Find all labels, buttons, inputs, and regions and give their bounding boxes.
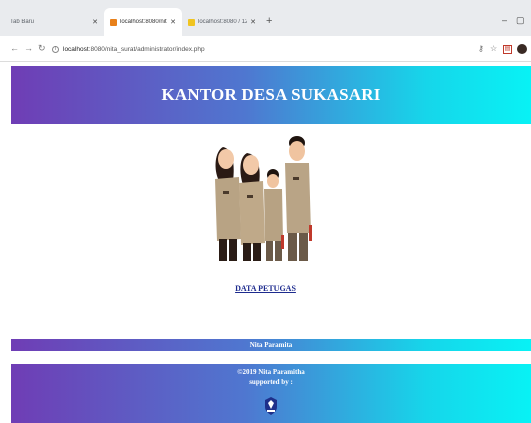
tab-close-icon[interactable]: ✕ — [170, 18, 176, 26]
key-icon[interactable]: ⚷ — [478, 43, 484, 55]
tab-title: localhost:8080 / 127.0.0.1 / nita_ — [198, 19, 248, 25]
profile-avatar-icon[interactable] — [517, 44, 527, 54]
officer-figure — [285, 136, 312, 261]
site-info-icon[interactable]: i — [52, 45, 59, 53]
reload-icon[interactable]: ↻ — [38, 42, 46, 54]
data-petugas-link-wrap: DATA PETUGAS — [0, 278, 531, 296]
name-bar: Nita Paramita — [11, 339, 531, 351]
address-bar[interactable]: i localhost :8080/nita_surat/administrat… — [52, 43, 205, 55]
browser-toolbar: ← → ↻ i localhost :8080/nita_surat/admin… — [0, 36, 531, 62]
web-page: KANTOR DESA SUKASARI DATA PETUGAS Nita P… — [0, 62, 531, 423]
forward-arrow-icon[interactable]: → — [24, 42, 33, 54]
minimize-icon[interactable]: – — [502, 14, 507, 26]
tab-title: localhost:8080/nita_surat/admin — [120, 19, 167, 25]
back-arrow-icon[interactable]: ← — [10, 42, 19, 54]
new-tab-plus-icon[interactable]: + — [266, 14, 272, 28]
tab-new[interactable]: Tab Baru ✕ — [4, 8, 104, 36]
data-petugas-link[interactable]: DATA PETUGAS — [235, 284, 296, 293]
url-host: localhost — [63, 45, 89, 53]
url-path: :8080/nita_surat/administrator/index.php — [88, 45, 205, 53]
footer: ©2019 Nita Paramitha supported by : — [11, 364, 531, 423]
bookmark-star-icon[interactable]: ☆ — [490, 43, 497, 55]
favicon-icon — [188, 18, 195, 26]
header-banner: KANTOR DESA SUKASARI — [11, 66, 531, 124]
author-name: Nita Paramita — [249, 341, 293, 349]
tab-admin[interactable]: localhost:8080/nita_surat/admin ✕ — [104, 8, 182, 36]
tab-close-icon[interactable]: ✕ — [250, 18, 256, 26]
officers-illustration — [215, 136, 312, 261]
footer-copyright: ©2019 Nita Paramitha — [237, 368, 305, 376]
tab-phpmyadmin[interactable]: localhost:8080 / 127.0.0.1 / nita_ ✕ — [182, 8, 262, 36]
officer-figure — [264, 169, 284, 261]
favicon-icon — [110, 18, 117, 26]
officer-figure — [239, 153, 265, 261]
extension-icon[interactable]: ▤ — [503, 45, 512, 54]
tab-close-icon[interactable]: ✕ — [92, 18, 98, 26]
officer-figure — [215, 147, 241, 261]
maximize-icon[interactable]: ▢ — [516, 14, 525, 26]
page-title: KANTOR DESA SUKASARI — [161, 85, 381, 104]
government-emblem-icon — [265, 397, 277, 415]
tab-title: Tab Baru — [10, 19, 35, 25]
browser-tab-strip: Tab Baru ✕ localhost:8080/nita_surat/adm… — [0, 0, 531, 36]
footer-supported-by: supported by : — [249, 378, 293, 386]
